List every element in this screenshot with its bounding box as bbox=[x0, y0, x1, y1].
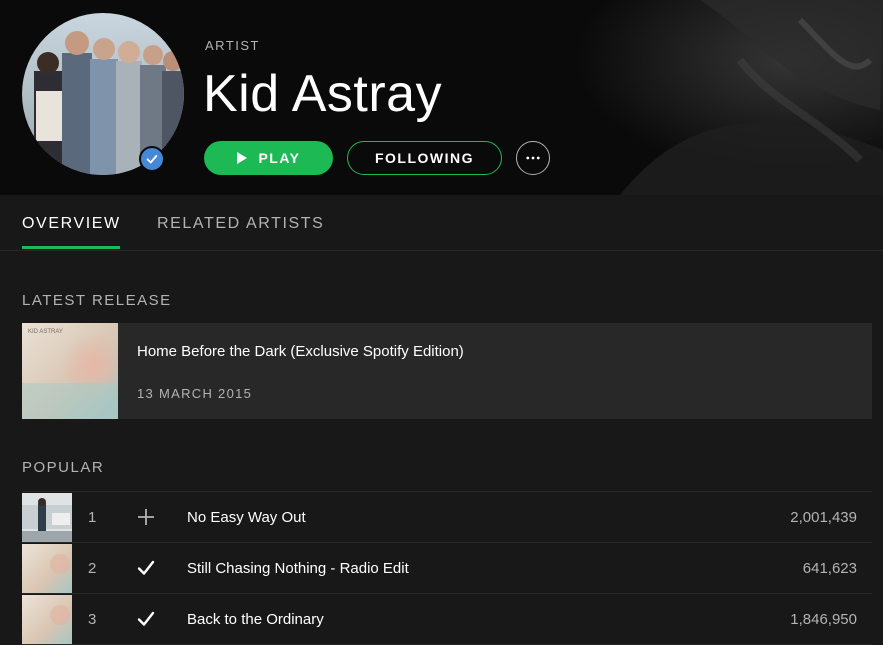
track-cover-art bbox=[22, 595, 72, 644]
following-button[interactable]: FOLLOWING bbox=[347, 141, 502, 175]
more-options-button[interactable] bbox=[516, 141, 550, 175]
track-number: 1 bbox=[88, 509, 97, 526]
artist-header: ARTIST Kid Astray PLAY FOLLOWING bbox=[0, 0, 883, 195]
artist-name: Kid Astray bbox=[203, 65, 443, 123]
active-tab-indicator bbox=[22, 246, 120, 249]
following-button-label: FOLLOWING bbox=[374, 150, 475, 166]
saved-track-toggle[interactable] bbox=[135, 608, 157, 630]
play-button[interactable]: PLAY bbox=[204, 141, 333, 175]
track-row[interactable]: 2 Still Chasing Nothing - Radio Edit 641… bbox=[22, 543, 872, 594]
cover-art-text: KID ASTRAY bbox=[28, 329, 63, 335]
track-title[interactable]: No Easy Way Out bbox=[187, 509, 306, 526]
track-cover-art bbox=[22, 493, 72, 542]
ellipsis-icon bbox=[526, 156, 540, 160]
artist-kicker: ARTIST bbox=[205, 38, 260, 53]
release-date: 13 MARCH 2015 bbox=[137, 386, 253, 401]
play-icon bbox=[237, 152, 248, 164]
tab-related-artists[interactable]: RELATED ARTISTS bbox=[157, 215, 324, 233]
track-row[interactable]: 1 No Easy Way Out 2,001,439 bbox=[22, 492, 872, 543]
play-button-label: PLAY bbox=[258, 150, 301, 166]
saved-track-toggle[interactable] bbox=[135, 557, 157, 579]
track-row[interactable]: 3 Back to the Ordinary 1,846,950 bbox=[22, 594, 872, 645]
latest-release-card[interactable]: KID ASTRAY Home Before the Dark (Exclusi… bbox=[22, 323, 872, 419]
track-title[interactable]: Back to the Ordinary bbox=[187, 611, 324, 628]
popular-track-list: 1 No Easy Way Out 2,001,439 2 Still Chas… bbox=[22, 491, 872, 645]
artist-tabs: OVERVIEW RELATED ARTISTS bbox=[0, 195, 883, 251]
track-cover-art bbox=[22, 544, 72, 593]
add-track-button[interactable] bbox=[135, 506, 157, 528]
track-play-count: 641,623 bbox=[802, 560, 857, 577]
track-title[interactable]: Still Chasing Nothing - Radio Edit bbox=[187, 560, 409, 577]
checkmark-icon bbox=[137, 560, 155, 575]
track-number: 3 bbox=[88, 611, 97, 628]
latest-release-heading: LATEST RELEASE bbox=[22, 292, 172, 309]
checkmark-icon bbox=[137, 611, 155, 626]
track-play-count: 2,001,439 bbox=[790, 509, 857, 526]
plus-icon bbox=[138, 509, 154, 525]
tab-overview[interactable]: OVERVIEW bbox=[22, 215, 121, 233]
release-cover-art[interactable]: KID ASTRAY bbox=[22, 323, 118, 419]
verified-badge-icon bbox=[139, 146, 165, 172]
track-play-count: 1,846,950 bbox=[790, 611, 857, 628]
track-number: 2 bbox=[88, 560, 97, 577]
release-title[interactable]: Home Before the Dark (Exclusive Spotify … bbox=[137, 343, 464, 360]
popular-heading: POPULAR bbox=[22, 459, 105, 476]
